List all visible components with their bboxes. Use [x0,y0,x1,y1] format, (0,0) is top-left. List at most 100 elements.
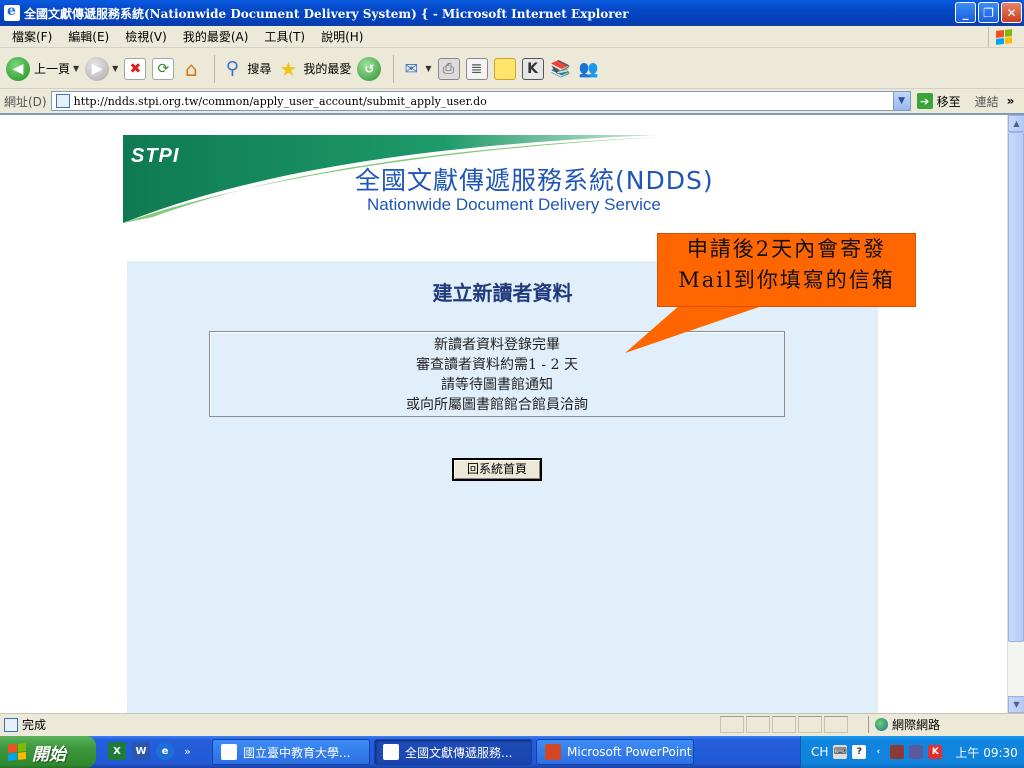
status-cell [798,716,822,733]
language-indicator[interactable]: CH [811,745,828,759]
status-cells [720,716,848,733]
history-icon: ↺ [357,56,382,81]
message-line: 或向所屬圖書館館合館員洽詢 [406,397,588,413]
page-viewport: STPI 全國文獻傳遞服務系統(NDDS) Nationwide Documen… [0,113,1024,713]
excel-icon[interactable]: X [108,742,126,760]
status-cell [824,716,848,733]
favorites-button[interactable]: ★ 我的最愛 [277,53,351,85]
research-button[interactable]: 📚 [550,53,572,85]
refresh-icon: ⟳ [152,57,175,80]
status-text: 完成 [22,718,47,732]
vertical-scrollbar[interactable]: ▲ ▼ [1007,115,1024,713]
window-title: 全國文獻傳遞服務系統(Nationwide Document Delivery … [24,6,629,21]
taskbar-item-ntcu[interactable]: 國立臺中教育大學... [212,739,370,765]
antivirus-icon[interactable]: K [928,745,943,759]
history-button[interactable]: ↺ [357,53,382,85]
powerpoint-icon [545,744,561,760]
clock[interactable]: 上午 09:30 [955,744,1017,761]
back-button[interactable]: ◀ 上一頁 ▼ [6,53,79,85]
menu-edit[interactable]: 編輯(E) [60,28,117,45]
standard-toolbar: ◀ 上一頁 ▼ ▶ ▼ ✖ ⟳ ⌂ ⚲ 搜尋 ★ 我的最愛 ↺ ✉ ▼ ⎙ ≣ … [0,49,1024,89]
stpi-logo: STPI [131,145,180,167]
stop-button[interactable]: ✖ [124,53,147,85]
task-label: 國立臺中教育大學... [243,745,351,760]
show-hidden-icons-icon[interactable]: ‹ [871,745,885,759]
address-bar: 網址(D) http://ndds.stpi.org.tw/common/app… [0,90,1024,112]
edit-button[interactable]: ≣ [465,53,488,85]
quick-launch-more-icon[interactable]: » [184,745,191,758]
banner-title-en: Nationwide Document Delivery Service [367,195,661,214]
search-button[interactable]: ⚲ 搜尋 [221,53,272,85]
status-bar: 完成 網際網路 [0,713,1024,735]
windows-flag-icon [8,743,26,761]
menu-view[interactable]: 檢視(V) [117,28,175,45]
forward-arrow-icon: ▶ [85,56,110,81]
go-arrow-icon: ➔ [916,93,933,109]
start-button[interactable]: 開始 [0,736,96,768]
taskbar-item-ndds[interactable]: 全國文獻傳遞服務... [374,739,532,765]
security-zone[interactable]: 網際網路 [868,716,1018,733]
globe-icon [875,718,888,731]
scroll-up-icon[interactable]: ▲ [1008,115,1024,132]
minimize-button[interactable]: _ [955,2,976,23]
forward-dropdown-icon[interactable]: ▼ [112,64,118,73]
toolbar-separator [393,54,395,83]
mail-icon: ✉ [404,59,419,78]
edit-page-icon: ≣ [465,57,488,80]
forward-button[interactable]: ▶ ▼ [85,53,118,85]
back-dropdown-icon[interactable]: ▼ [73,64,79,73]
links-more-icon[interactable]: » [1007,94,1015,108]
maximize-button[interactable]: ❐ [978,2,999,23]
address-dropdown-icon[interactable]: ▼ [892,92,910,110]
discuss-button[interactable] [493,53,516,85]
go-button[interactable]: ➔ 移至 [916,93,961,110]
back-label: 上一頁 [34,62,71,76]
ndds-banner: STPI 全國文獻傳遞服務系統(NDDS) Nationwide Documen… [123,135,763,225]
menu-help[interactable]: 說明(H) [313,28,371,45]
keyboard-icon[interactable]: ⌨ [833,745,848,759]
refresh-button[interactable]: ⟳ [152,53,175,85]
network-icon[interactable] [909,745,924,759]
close-button[interactable]: ✕ [1001,2,1022,23]
status-cell [772,716,796,733]
mail-button[interactable]: ✉ ▼ [400,53,432,85]
printer-icon: ⎙ [437,57,460,80]
messenger-button[interactable]: 👥 [578,53,600,85]
stop-icon: ✖ [124,57,147,80]
links-button[interactable]: 連結 [975,93,999,110]
network-icon[interactable] [890,745,905,759]
ie-icon [221,744,237,760]
search-icon: ⚲ [225,58,239,79]
menu-file[interactable]: 檔案(F) [4,28,60,45]
mail-dropdown-icon[interactable]: ▼ [425,64,431,73]
menu-tools[interactable]: 工具(T) [256,28,313,45]
scroll-down-icon[interactable]: ▼ [1008,696,1024,713]
home-button[interactable]: ⌂ [180,53,202,85]
return-home-button[interactable]: 回系統首頁 [452,458,542,481]
print-button[interactable]: ⎙ [437,53,460,85]
page-done-icon [4,717,18,732]
research-icon: 📚 [550,59,571,78]
taskbar-item-powerpoint[interactable]: Microsoft PowerPoint ... [536,739,694,765]
taskbar: 開始 X W e » 國立臺中教育大學... 全國文獻傳遞服務... Micro… [0,736,1024,768]
task-label: Microsoft PowerPoint ... [567,745,694,759]
address-label: 網址(D) [4,94,47,109]
window-title-bar[interactable]: 全國文獻傳遞服務系統(Nationwide Document Delivery … [0,0,1024,26]
status-cell [746,716,770,733]
callout-line: Mail到你填寫的信箱 [678,268,895,292]
scroll-thumb[interactable] [1008,132,1024,642]
page-icon [55,94,70,108]
ie-quick-icon[interactable]: e [156,742,174,760]
back-arrow-icon: ◀ [6,56,30,81]
address-url[interactable]: http://ndds.stpi.org.tw/common/apply_use… [74,95,487,108]
message-line: 請等待圖書館通知 [441,377,553,393]
favorites-label: 我的最愛 [303,62,352,76]
menu-bar: 檔案(F) 編輯(E) 檢視(V) 我的最愛(A) 工具(T) 說明(H) [0,26,1024,48]
address-input[interactable]: http://ndds.stpi.org.tw/common/apply_use… [50,91,911,111]
k-tool-button[interactable]: K [521,53,544,85]
word-icon[interactable]: W [132,742,150,760]
help-icon[interactable]: ? [852,745,867,759]
menu-favorites[interactable]: 我的最愛(A) [175,28,257,45]
banner-title-zh: 全國文獻傳遞服務系統(NDDS) [355,166,714,195]
system-tray: CH ⌨ ? ‹ K 上午 09:30 [800,736,1024,768]
